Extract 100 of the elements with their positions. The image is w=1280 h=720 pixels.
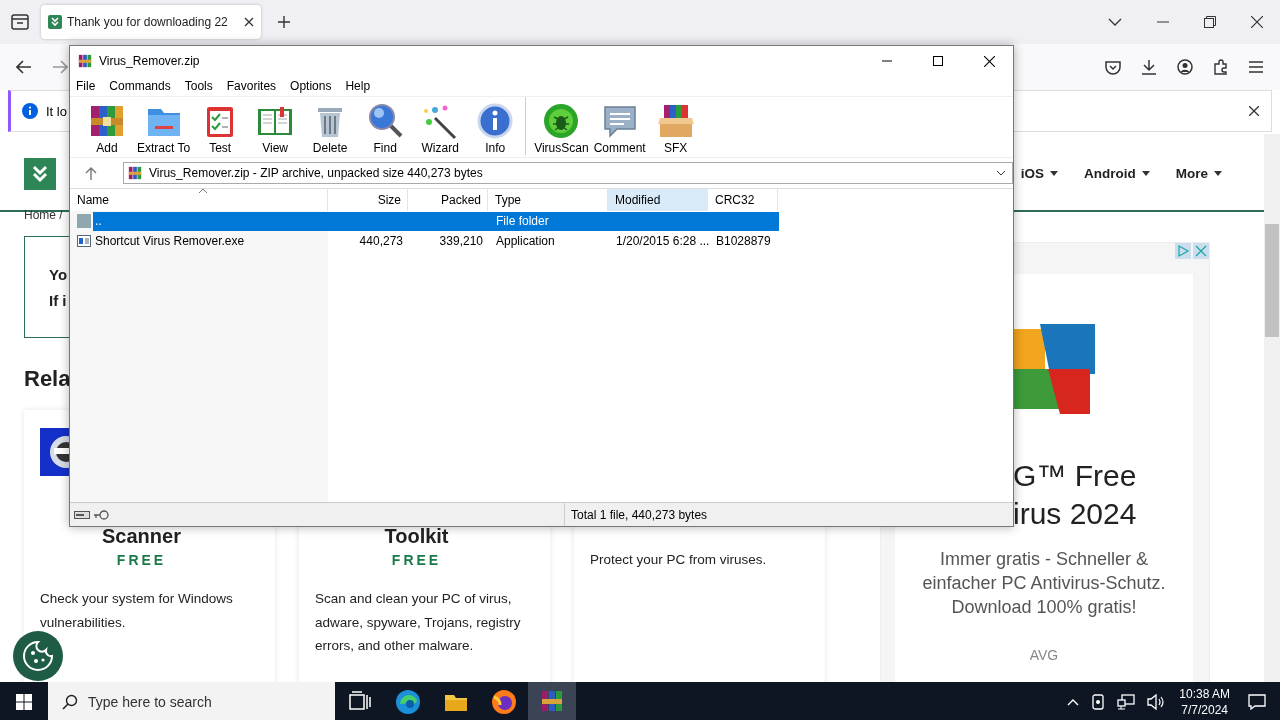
close-icon[interactable] bbox=[244, 17, 254, 27]
price-label: FREE bbox=[390, 552, 443, 568]
toolbar-button[interactable]: Find bbox=[360, 97, 411, 155]
caret-icon bbox=[1214, 171, 1222, 176]
card-description: Protect your PC from viruses. bbox=[590, 551, 768, 569]
archive-app-icon bbox=[127, 165, 143, 181]
table-cell: 339,210 bbox=[439, 234, 483, 248]
date-text: 7/7/2024 bbox=[1181, 702, 1228, 718]
toolbar-button[interactable]: Wizard bbox=[415, 97, 466, 155]
toolbar-button[interactable]: View bbox=[250, 97, 301, 155]
menu-item[interactable]: Help bbox=[345, 79, 379, 93]
close-icon[interactable] bbox=[1251, 16, 1263, 28]
speaker-icon[interactable] bbox=[1147, 694, 1166, 710]
cookie-button[interactable] bbox=[13, 631, 63, 681]
table-cell: .. bbox=[95, 214, 102, 228]
chevron-down-icon[interactable] bbox=[1108, 18, 1122, 26]
pocket-icon[interactable] bbox=[1105, 59, 1121, 75]
breadcrumb: Home / bbox=[24, 208, 63, 224]
menu-item[interactable]: Commands bbox=[109, 79, 179, 93]
toolbar-button[interactable]: Extract To bbox=[137, 97, 191, 155]
file-row[interactable]: Shortcut Virus Remover.exe 440,273 339,210 Application 1/20/2015 6:28 ... B1028879 bbox=[93, 231, 779, 251]
file-row[interactable]: .. File folder bbox=[93, 211, 779, 231]
info-icon bbox=[476, 102, 515, 140]
site-logo-icon[interactable] bbox=[24, 157, 56, 190]
menu-item[interactable]: Favorites bbox=[226, 79, 285, 93]
nav-menu[interactable]: More bbox=[1175, 166, 1222, 181]
menu-item[interactable]: File bbox=[76, 79, 104, 93]
fox-browser-icon bbox=[491, 689, 517, 715]
ad-title: G™ Free bbox=[1013, 458, 1138, 494]
sort-caret-icon bbox=[198, 188, 207, 193]
browser-tab[interactable]: Thank you for downloading 22 bbox=[41, 5, 261, 39]
chevron-up-icon[interactable] bbox=[1067, 698, 1080, 706]
caret-icon bbox=[1141, 171, 1150, 176]
card-title: Scanner bbox=[101, 524, 182, 548]
toolbar-button[interactable]: SFX bbox=[650, 97, 701, 155]
table-cell: 1/20/2015 6:28 ... bbox=[616, 234, 710, 248]
program-icon bbox=[77, 235, 91, 247]
up-arrow-icon[interactable] bbox=[85, 166, 97, 180]
toolbar-button[interactable]: Test bbox=[195, 97, 246, 155]
site-favicon-icon bbox=[48, 15, 62, 29]
box-icon bbox=[656, 102, 695, 140]
time-text: 10:38 AM bbox=[1179, 686, 1230, 702]
forward-icon[interactable] bbox=[52, 60, 68, 74]
card-description: Check your system for Windows vulnerabilities. bbox=[40, 590, 234, 632]
section-heading: Rela bbox=[24, 366, 72, 393]
back-icon[interactable] bbox=[16, 60, 32, 74]
column-header[interactable]: CRC32 bbox=[708, 189, 778, 211]
table-cell: 440,273 bbox=[359, 234, 403, 248]
nav-menu[interactable]: iOS bbox=[1020, 166, 1058, 181]
scrollbar[interactable] bbox=[1264, 134, 1280, 682]
toolbar-button[interactable]: VirusScan bbox=[525, 97, 589, 155]
column-header[interactable]: Size bbox=[328, 189, 408, 211]
close-icon[interactable] bbox=[1249, 106, 1259, 116]
download-icon[interactable] bbox=[1141, 59, 1157, 75]
ad-title: irus 2024 bbox=[1013, 496, 1138, 532]
search-icon bbox=[62, 694, 78, 710]
new-tab-icon[interactable] bbox=[277, 15, 291, 29]
cookie-icon bbox=[22, 640, 54, 672]
window-title: Virus_Remover.zip bbox=[99, 54, 200, 68]
search-field[interactable]: Type here to search bbox=[48, 682, 335, 720]
clock[interactable]: 10:38 AM 7/7/2024 bbox=[1179, 686, 1230, 718]
card-description: Scan and clean your PC of virus, adware, spyware, Trojans, registry errors, and other malware. bbox=[315, 590, 522, 655]
network-icon[interactable] bbox=[1117, 694, 1136, 710]
close-icon[interactable] bbox=[984, 55, 995, 67]
toolbar-button[interactable]: Info bbox=[470, 97, 521, 155]
caret-icon bbox=[1050, 171, 1058, 176]
notification-text: It lo bbox=[46, 103, 67, 119]
windows-icon bbox=[16, 694, 32, 710]
device-icon[interactable] bbox=[1091, 694, 1106, 710]
maximize-icon[interactable] bbox=[933, 56, 943, 66]
menu-item[interactable]: Tools bbox=[184, 79, 221, 93]
toolbar-button[interactable]: Delete bbox=[305, 97, 356, 155]
path-field[interactable]: Virus_Remover.zip - ZIP archive, unpacked size 440,273 bytes bbox=[123, 162, 1013, 184]
advertiser-name: AVG bbox=[1028, 647, 1060, 663]
table-cell: Application bbox=[496, 234, 555, 248]
archive-app-icon bbox=[539, 688, 565, 714]
notice-text: If i bbox=[49, 291, 68, 311]
drive-icon bbox=[74, 510, 90, 519]
tab-list-icon[interactable] bbox=[11, 14, 29, 30]
menu-item[interactable]: Options bbox=[290, 79, 340, 93]
notification-icon[interactable] bbox=[1248, 694, 1266, 710]
toolbar-button[interactable]: Comment bbox=[593, 97, 646, 155]
notice-text: Yo bbox=[49, 265, 69, 285]
account-icon[interactable] bbox=[1177, 59, 1193, 75]
toolbar-button[interactable]: Add bbox=[82, 97, 132, 155]
bug-icon bbox=[542, 102, 581, 140]
search-icon bbox=[366, 102, 405, 140]
puzzle-icon[interactable] bbox=[1213, 59, 1229, 75]
chevron-down-icon bbox=[996, 170, 1006, 176]
ad-description: Immer gratis - Schneller & einfacher PC Antivirus-Schutz. Download 100% gratis! bbox=[921, 548, 1167, 619]
key-icon bbox=[93, 509, 109, 520]
menu-icon[interactable] bbox=[1249, 61, 1263, 73]
nav-menu[interactable]: Android bbox=[1084, 166, 1150, 181]
table-cell: B1028879 bbox=[716, 234, 771, 248]
status-text: Total 1 file, 440,273 bytes bbox=[571, 507, 708, 522]
restore-icon[interactable] bbox=[1204, 16, 1216, 28]
column-header[interactable]: Modified bbox=[608, 189, 708, 211]
column-header[interactable]: Packed bbox=[408, 189, 488, 211]
info-icon bbox=[22, 103, 38, 119]
column-header[interactable]: Name bbox=[70, 189, 328, 211]
